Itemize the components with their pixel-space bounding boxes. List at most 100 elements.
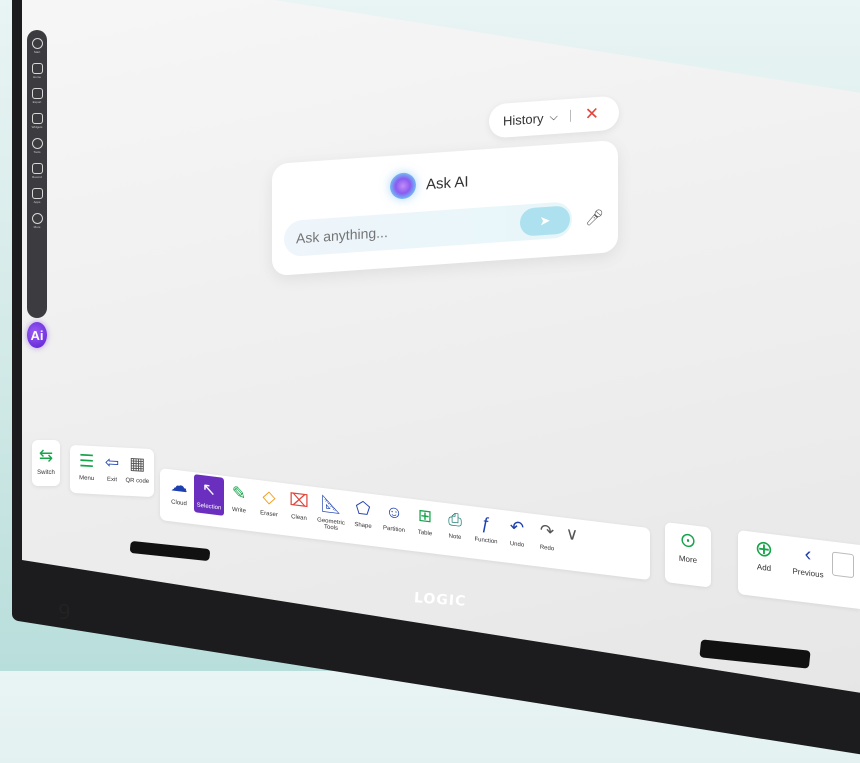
shape-label: Shape — [354, 521, 372, 530]
more-label: More — [678, 553, 698, 565]
exit-button[interactable]: ⇦ Exit — [99, 452, 124, 484]
apps-icon — [31, 188, 43, 199]
switch-label: Switch — [37, 470, 55, 476]
sidebar-item-label: Home — [32, 75, 41, 79]
selection-label: Selection — [196, 502, 222, 512]
ai-orb-icon — [390, 172, 416, 200]
shape-icon: ⬠ — [355, 498, 371, 519]
function-icon: ƒ — [481, 513, 491, 534]
record-icon — [31, 163, 43, 174]
left-sidebar: Start Home Export Widgets Tools Record A… — [27, 30, 47, 318]
cloud-icon: ☁ — [170, 475, 188, 497]
note-icon: ⎙ — [448, 509, 462, 531]
undo-label: Undo — [509, 540, 525, 549]
write-label: Write — [232, 506, 246, 515]
pen-icon: ✎ — [231, 482, 247, 504]
more-icon — [31, 213, 43, 224]
chevron-down-icon[interactable]: ⌵ — [549, 110, 557, 124]
menu-icon: ☰ — [79, 451, 95, 472]
eraser-icon: ◇ — [262, 486, 276, 508]
ruler-icon: 📐︎ — [320, 493, 342, 516]
clean-button[interactable]: ⌧ Clean — [284, 489, 314, 523]
page-number: 9 — [58, 600, 71, 624]
write-button[interactable]: ✎ Write — [224, 482, 254, 516]
cloud-label: Cloud — [171, 499, 187, 508]
users-icon: ☺ — [385, 501, 403, 523]
send-button[interactable]: ➤ — [520, 205, 570, 237]
microphone-icon[interactable]: 🎤︎ — [585, 208, 604, 227]
sidebar-item-start[interactable]: Start — [31, 38, 43, 61]
ask-ai-header: Ask AI — [390, 168, 469, 200]
redo-icon: ↷ — [539, 520, 555, 542]
sidebar-item-widgets[interactable]: Widgets — [31, 113, 43, 136]
cursor-icon: ↖ — [201, 479, 217, 500]
eraser-label: Eraser — [260, 510, 278, 519]
sidebar-item-record[interactable]: Record — [31, 163, 43, 186]
divider — [569, 109, 571, 122]
ask-ai-title: Ask AI — [426, 172, 469, 193]
start-icon — [31, 38, 43, 49]
add-label: Add — [756, 562, 772, 574]
undo-button[interactable]: ↶ Undo — [502, 516, 532, 550]
redo-label: Redo — [539, 544, 555, 553]
shape-button[interactable]: ⬠ Shape — [348, 497, 378, 531]
switch-button[interactable]: ⇆ Switch — [33, 446, 59, 476]
menu-button[interactable]: ☰ Menu — [74, 451, 99, 482]
qr-code-icon: ▦ — [129, 453, 146, 474]
table-icon: ⊞ — [417, 505, 433, 527]
redo-button[interactable]: ↷ Redo — [532, 520, 562, 554]
cloud-button[interactable]: ☁ Cloud — [164, 474, 194, 508]
sidebar-item-label: Record — [32, 175, 42, 179]
clean-icon: ⌧ — [289, 489, 309, 512]
chevron-double-down-icon: ∨ — [565, 523, 579, 545]
previous-label: Previous — [792, 566, 824, 580]
ai-assistant-button[interactable]: Ai — [27, 322, 47, 348]
table-label: Table — [417, 529, 433, 538]
more-button[interactable]: ⊙ More — [669, 528, 707, 566]
sidebar-item-label: Start — [33, 50, 41, 54]
switch-icon: ⇆ — [38, 446, 54, 465]
more-group: ⊙ More — [665, 522, 711, 588]
selection-button[interactable]: ↖ Selection — [194, 474, 224, 516]
note-label: Note — [448, 533, 462, 542]
close-icon[interactable]: ✕ — [585, 104, 599, 125]
home-icon — [31, 63, 43, 74]
sidebar-item-label: Apps — [33, 200, 41, 204]
sidebar-item-tools[interactable]: Tools — [31, 138, 43, 161]
partition-button[interactable]: ☺ Partition — [378, 501, 410, 535]
switch-group: ⇆ Switch — [32, 440, 60, 486]
previous-page-button[interactable]: ‹ Previous — [786, 542, 830, 580]
sidebar-item-apps[interactable]: Apps — [31, 188, 43, 211]
sidebar-item-label: Export — [32, 100, 42, 104]
clean-label: Clean — [291, 514, 307, 523]
sidebar-item-export[interactable]: Export — [31, 88, 43, 111]
history-dropdown[interactable]: History — [503, 110, 543, 128]
exit-label: Exit — [106, 476, 117, 484]
menu-group: ☰ Menu ⇦ Exit ▦ QR code — [70, 444, 154, 498]
widgets-icon — [31, 113, 43, 124]
export-icon — [31, 88, 43, 99]
sidebar-item-label: More — [33, 225, 41, 229]
sidebar-item-label: Tools — [33, 150, 41, 154]
add-page-button[interactable]: ⊕ Add — [742, 535, 786, 574]
geometric-tools-button[interactable]: 📐︎ Geometric Tools — [314, 493, 348, 533]
pen-icon — [31, 138, 43, 149]
geometric-tools-label: Geometric Tools — [317, 517, 345, 532]
function-button[interactable]: ƒ Function — [470, 512, 502, 546]
exit-icon: ⇦ — [104, 452, 120, 473]
sidebar-item-home[interactable]: Home — [31, 63, 43, 86]
page-thumbnail[interactable] — [832, 551, 854, 579]
expand-toolbar-button[interactable]: ∨ — [562, 523, 582, 547]
eraser-button[interactable]: ◇ Eraser — [254, 486, 284, 520]
undo-icon: ↶ — [509, 516, 525, 538]
note-button[interactable]: ⎙ Note — [440, 508, 470, 542]
partition-label: Partition — [382, 525, 405, 535]
qr-code-button[interactable]: ▦ QR code — [125, 454, 150, 485]
sidebar-item-more[interactable]: More — [31, 213, 43, 236]
function-label: Function — [474, 536, 498, 546]
add-icon: ⊕ — [754, 535, 774, 563]
table-button[interactable]: ⊞ Table — [410, 505, 440, 539]
sidebar-item-label: Widgets — [31, 125, 43, 129]
menu-label: Menu — [79, 475, 95, 483]
more-icon: ⊙ — [679, 528, 697, 553]
